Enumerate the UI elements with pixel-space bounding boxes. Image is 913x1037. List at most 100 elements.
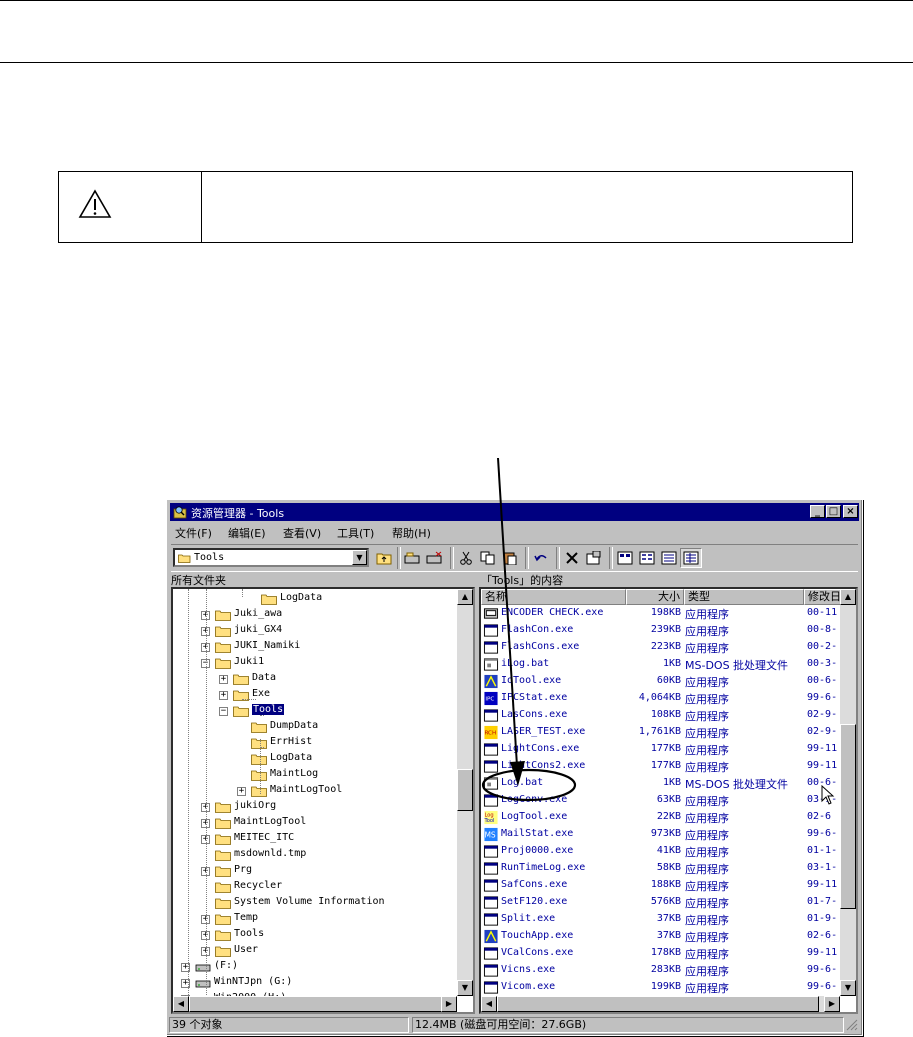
tree-item[interactable]: + MaintLogTool: [173, 783, 453, 799]
tree-hscroll-thumb[interactable]: [189, 996, 447, 1012]
tree-item[interactable]: − Juki1: [173, 655, 453, 671]
close-button[interactable]: ×: [843, 505, 858, 518]
tree-item[interactable]: LogData: [173, 751, 453, 767]
tree-item[interactable]: + JUKI_Namiki: [173, 639, 453, 655]
file-hscroll-thumb[interactable]: [497, 996, 819, 1012]
tree-item[interactable]: + Exe: [173, 687, 453, 703]
scroll-down-icon[interactable]: ▼: [840, 980, 856, 996]
tree-item[interactable]: + (F:): [173, 959, 453, 975]
column-header-modified[interactable]: 修改日: [804, 589, 844, 605]
tree-item[interactable]: + WinNTJpn (G:): [173, 975, 453, 991]
address-combo[interactable]: Tools ▼: [173, 548, 369, 567]
menu-file[interactable]: 文件(F): [175, 525, 212, 541]
paste-button[interactable]: [499, 548, 521, 568]
file-row[interactable]: IoTool.exe 60KB 应用程序 00-6-: [481, 673, 841, 690]
file-row[interactable]: Log.bat 1KB MS-DOS 批处理文件 00-6-: [481, 775, 841, 792]
file-row[interactable]: Log Tool LogTool.exe 22KB 应用程序 02-6: [481, 809, 841, 826]
scroll-left-icon[interactable]: ◀: [481, 996, 497, 1012]
up-folder-button[interactable]: [373, 548, 395, 568]
file-row[interactable]: Split.exe 37KB 应用程序 01-9-: [481, 911, 841, 928]
tree-item[interactable]: LogData: [173, 591, 453, 607]
scroll-up-icon[interactable]: ▲: [457, 589, 473, 605]
tree-item[interactable]: + Juki_awa: [173, 607, 453, 623]
expand-icon[interactable]: +: [219, 691, 228, 700]
tree-item[interactable]: + User: [173, 943, 453, 959]
scroll-left-icon[interactable]: ◀: [173, 996, 189, 1012]
column-header-size[interactable]: 大小: [626, 589, 684, 605]
file-row[interactable]: Vicom.exe 199KB 应用程序 99-6-: [481, 979, 841, 996]
scroll-up-icon[interactable]: ▲: [840, 589, 856, 605]
undo-button[interactable]: [530, 548, 552, 568]
menu-help[interactable]: 帮助(H): [392, 525, 431, 541]
tree-item[interactable]: msdownld.tmp: [173, 847, 453, 863]
tree-item[interactable]: + Data: [173, 671, 453, 687]
tree-item[interactable]: Recycler: [173, 879, 453, 895]
title-bar[interactable]: 资源管理器 - Tools _ □ ×: [170, 503, 859, 521]
tree-item[interactable]: − Tools: [173, 703, 453, 719]
folder-tree-pane[interactable]: LogData + Juki_awa + juki_GX4 + JUKI_Namiki − Ju…: [171, 587, 475, 1014]
properties-button[interactable]: [583, 548, 605, 568]
copy-button[interactable]: [477, 548, 499, 568]
file-row[interactable]: iLog.bat 1KB MS-DOS 批处理文件 00-3-: [481, 656, 841, 673]
tree-scroll-thumb[interactable]: [457, 769, 473, 811]
file-row[interactable]: SafCons.exe 188KB 应用程序 99-11: [481, 877, 841, 894]
tree-item[interactable]: + Tools: [173, 927, 453, 943]
file-vertical-scrollbar[interactable]: ▲ ▼: [840, 589, 856, 996]
file-row[interactable]: LightCons.exe 177KB 应用程序 99-11: [481, 741, 841, 758]
tree-item[interactable]: + jukiOrg: [173, 799, 453, 815]
tree-item[interactable]: + juki_GX4: [173, 623, 453, 639]
collapse-icon[interactable]: −: [219, 707, 228, 716]
file-row[interactable]: LogConv.exe63KB应用程序03-1-: [481, 792, 841, 809]
file-row[interactable]: ENCODER CHECK.exe 198KB 应用程序 00-11: [481, 605, 841, 622]
file-row[interactable]: RCH LASER_TEST.exe 1,761KB 应用程序 02-9-: [481, 724, 841, 741]
file-row[interactable]: FlashCon.exe 239KB 应用程序 00-8-: [481, 622, 841, 639]
column-header-name[interactable]: 名称: [481, 589, 626, 605]
scroll-down-icon[interactable]: ▼: [457, 980, 473, 996]
tree-item[interactable]: DumpData: [173, 719, 453, 735]
file-row[interactable]: Vicns.exe 283KB 应用程序 99-6-: [481, 962, 841, 979]
file-row[interactable]: RunTimeLog.exe 58KB 应用程序 03-1-: [481, 860, 841, 877]
tree-item[interactable]: + MaintLogTool: [173, 815, 453, 831]
resize-grip-icon[interactable]: [846, 1019, 858, 1031]
file-horizontal-scrollbar[interactable]: ◀ ▶: [481, 996, 840, 1012]
file-row[interactable]: IPC IPCStat.exe 4,064KB 应用程序 99-6-: [481, 690, 841, 707]
file-list-pane[interactable]: 名称 大小 类型 修改日 ENCODER CHECK.exe 198KB 应用程序 0…: [479, 587, 858, 1014]
tree-item[interactable]: ErrHist: [173, 735, 453, 751]
tree-item[interactable]: + MEITEC_ITC: [173, 831, 453, 847]
minimize-button[interactable]: _: [810, 505, 825, 518]
file-row[interactable]: LightCons2.exe 177KB 应用程序 99-11: [481, 758, 841, 775]
tree-horizontal-scrollbar[interactable]: ◀ ▶: [173, 996, 457, 1012]
tree-item[interactable]: MaintLog: [173, 767, 453, 783]
tree-vertical-scrollbar[interactable]: ▲ ▼: [457, 589, 473, 996]
maximize-button[interactable]: □: [826, 505, 841, 518]
map-drive-button[interactable]: [401, 548, 423, 568]
tree-connector-line: [260, 715, 264, 716]
delete-button[interactable]: [561, 548, 583, 568]
file-row[interactable]: TouchApp.exe 37KB 应用程序 02-6-: [481, 928, 841, 945]
file-row[interactable]: SetF120.exe 576KB 应用程序 01-7-: [481, 894, 841, 911]
expand-icon[interactable]: +: [219, 675, 228, 684]
large-icons-button[interactable]: [614, 548, 636, 568]
tree-item[interactable]: + Temp: [173, 911, 453, 927]
cut-button[interactable]: [455, 548, 477, 568]
file-row[interactable]: Proj0000.exe 41KB 应用程序 01-1-: [481, 843, 841, 860]
menu-tools[interactable]: 工具(T): [337, 525, 374, 541]
file-row[interactable]: LasCons.exe 108KB 应用程序 02-9-: [481, 707, 841, 724]
tree-item[interactable]: System Volume Information: [173, 895, 453, 911]
column-header-type[interactable]: 类型: [684, 589, 804, 605]
tree-item[interactable]: + Prg: [173, 863, 453, 879]
scroll-right-icon[interactable]: ▶: [824, 996, 840, 1012]
small-icons-button[interactable]: [636, 548, 658, 568]
menu-view[interactable]: 查看(V): [283, 525, 321, 541]
scroll-right-icon[interactable]: ▶: [441, 996, 457, 1012]
file-scroll-thumb[interactable]: [840, 724, 856, 909]
dropdown-arrow-icon[interactable]: ▼: [352, 550, 367, 565]
disconnect-drive-button[interactable]: [423, 548, 445, 568]
file-row[interactable]: MS MailStat.exe 973KB 应用程序 99-6-: [481, 826, 841, 843]
file-row[interactable]: FlashCons.exe 223KB 应用程序 00-2-: [481, 639, 841, 656]
list-view-button[interactable]: [658, 548, 680, 568]
expand-icon[interactable]: +: [237, 787, 246, 796]
menu-edit[interactable]: 编辑(E): [228, 525, 266, 541]
file-row[interactable]: VCalCons.exe 178KB 应用程序 99-11: [481, 945, 841, 962]
details-view-button[interactable]: [680, 548, 702, 568]
